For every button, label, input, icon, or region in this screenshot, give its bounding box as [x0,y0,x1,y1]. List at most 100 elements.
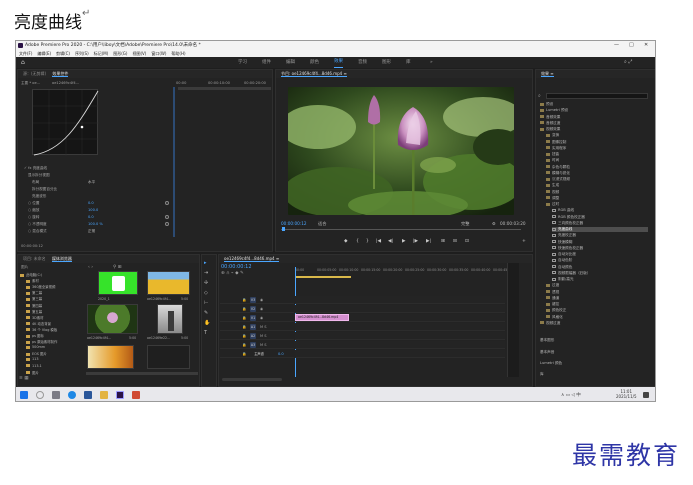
nav-arrows-icon[interactable]: ‹ › [88,265,93,270]
track-label[interactable]: A2 [250,333,256,339]
track-header[interactable]: 🔒 主声道 0.0 [220,350,294,358]
effect-tree-item[interactable]: 扭曲 [546,152,559,157]
folder-tree-item[interactable]: 第三幕 [26,296,42,301]
effect-tree-item[interactable]: 通道 [546,296,559,301]
effect-tree-item[interactable]: 颜色校正 [546,308,566,313]
workspace-audio[interactable]: 音频 [358,57,367,68]
program-current-timecode[interactable]: 00:00:00:12 [281,221,307,226]
folder-tree-item[interactable]: 第五幕 [26,309,42,314]
folder-tree-item[interactable]: 第二幕 [26,290,42,295]
eye-icon[interactable]: ◉ [260,298,263,302]
pen-tool-icon[interactable]: ✎ [204,310,208,316]
settings-wrench-icon[interactable]: ⚙ [492,221,496,226]
file-explorer-icon[interactable] [100,391,108,399]
effect-tree-item[interactable]: 自动对比度 [552,252,576,257]
effect-tree-item[interactable]: 时间 [546,158,559,163]
ec-row-effect[interactable]: ✓ fx 亮度曲线 [24,166,47,171]
video-clip[interactable]: oe12469c4f4...8d46.mp4 [295,314,349,321]
task-view-icon[interactable] [52,391,60,399]
effect-tree-item[interactable]: 生成 [546,183,559,188]
effect-tree-item[interactable]: 透视 [546,290,559,295]
effect-tree-item[interactable]: 沉浸式视频 [546,177,570,182]
mark-in-icon[interactable]: { [356,239,359,244]
play-icon[interactable]: ▶ [402,239,406,244]
insert-icon[interactable]: ⊞ [441,239,445,244]
eye-icon[interactable]: ◉ [260,307,263,311]
tab-effects[interactable]: 效果 ≡ [541,71,554,77]
lock-icon[interactable]: 🔒 [242,343,246,347]
effect-tree-item[interactable]: 音频过渡 [540,121,560,126]
effect-tree-item[interactable]: 快速模糊 [552,240,572,245]
effect-tree-item[interactable]: 三向颜色校正器 [552,221,583,226]
folder-tree-item[interactable]: 4K 动态背景 [26,321,51,326]
export-frame-icon[interactable]: ⊡ [465,239,469,244]
effect-tree-item[interactable]: 阴影/高光 [552,277,574,282]
reset-icon[interactable] [165,215,169,219]
essential-graphics-section[interactable]: 基本图形 [540,338,554,343]
premiere-taskbar-icon[interactable] [116,391,124,399]
master-volume-value[interactable]: 0.0 [278,352,284,356]
menu-window[interactable]: 窗口(W) [151,50,166,57]
track-label[interactable]: V3 [250,297,256,303]
search-icon[interactable] [36,391,44,399]
tab-project[interactable]: 项目: 未命名 [23,256,46,261]
lumetri-color-section[interactable]: Lumetri 颜色 [540,361,562,366]
folder-tree-item[interactable]: 500mm [26,345,45,349]
folder-tree-item[interactable]: 此电脑(C:) [20,272,42,277]
mark-out-icon[interactable]: } [366,239,369,244]
track-select-tool-icon[interactable]: ⇥ [204,270,208,276]
workspace-graphics[interactable]: 图形 [382,57,391,68]
effect-tree-item[interactable]: 风格化 [546,315,563,320]
effect-tree-item[interactable]: 亮度校正器 [552,233,576,238]
project-scrollbar[interactable] [86,372,198,375]
menu-clip[interactable]: 剪辑(C) [56,50,70,57]
list-view-icon[interactable]: ≡ ▦ [19,376,28,381]
workspace-color[interactable]: 颜色 [310,57,319,68]
folder-tree-item[interactable]: 素材 [26,278,39,283]
curve-point[interactable] [80,125,84,129]
tab-effect-controls[interactable]: 效果控件 [52,71,69,77]
folder-tree-item[interactable]: ps 原始素材制作 [26,339,57,344]
close-button[interactable]: ✕ [644,41,648,50]
word-icon[interactable] [84,391,92,399]
filter-icon[interactable]: ⚲ ⊞ [113,265,122,270]
effect-tree-item[interactable]: 音频效果 [540,115,560,120]
mute-solo-icon[interactable]: M S [260,334,267,338]
track-header[interactable]: 🔒 A3 M S [220,341,294,349]
step-forward-icon[interactable]: |▶ [413,239,418,244]
effect-tree-item[interactable]: 过渡 [546,283,559,288]
hand-tool-icon[interactable]: ✋ [204,320,210,326]
effect-tree-item[interactable]: 变换 [546,133,559,138]
track-lane[interactable] [295,323,505,331]
track-lane[interactable] [295,350,505,358]
selection-tool-icon[interactable]: ▸ [204,260,207,266]
effect-tree-item[interactable]: 模糊与锐化 [546,171,570,176]
workspace-editing[interactable]: 编辑 [286,57,295,68]
effect-tree-item[interactable]: 预设 [540,102,553,107]
app-taskbar-icon[interactable] [132,391,140,399]
thumbnail-flower-orange[interactable] [87,345,134,369]
lock-icon[interactable]: 🔒 [242,325,246,329]
luma-curve-graph[interactable] [32,89,99,156]
menu-graphics[interactable]: 图形(G) [113,50,127,57]
menu-help[interactable]: 帮助(H) [171,50,185,57]
effect-tree-item[interactable]: 视频 [546,190,559,195]
menu-sequence[interactable]: 序列(S) [75,50,89,57]
thumbnail-gray[interactable] [157,304,183,334]
razor-tool-icon[interactable]: ◇ [204,290,208,296]
add-marker-icon[interactable]: ◆ [344,239,348,244]
tab-source[interactable]: 源：(无剪辑) [23,71,46,76]
go-to-out-icon[interactable]: ▶| [426,239,431,244]
track-header[interactable]: 🔒 V3 ◉ [220,296,294,304]
workspace-libraries[interactable]: 库 [406,57,411,68]
effect-tree-item[interactable]: 快速颜色校正器 [552,246,583,251]
track-lane[interactable] [295,332,505,340]
thumbnail-lotus[interactable] [87,304,138,334]
folder-tree-item[interactable]: 3D素材 [26,315,44,320]
track-label[interactable]: A1 [250,324,256,330]
folder-tree-item[interactable]: 113 [26,357,38,361]
lock-icon[interactable]: 🔒 [242,334,246,338]
track-header[interactable]: 🔒 V1 ◉ [220,314,294,322]
mute-solo-icon[interactable]: M S [260,343,267,347]
effect-tree-item[interactable]: 过时 [546,202,559,207]
